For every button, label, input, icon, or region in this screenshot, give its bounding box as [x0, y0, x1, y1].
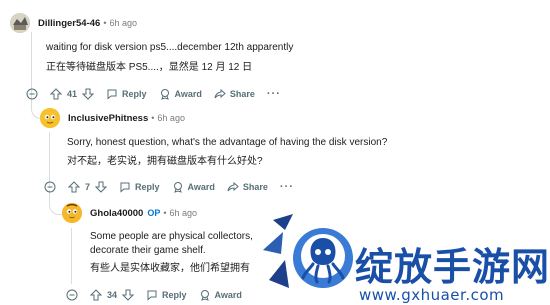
collapse-thread-button[interactable] — [44, 181, 60, 193]
reply-icon — [147, 290, 157, 301]
upvote-icon[interactable] — [68, 181, 80, 193]
award-label: Award — [214, 290, 242, 300]
username[interactable]: InclusivePhitness — [68, 113, 148, 124]
award-button[interactable]: Award — [172, 181, 215, 193]
comment-body-line: decorate their game shelf. — [90, 245, 206, 256]
upvote-icon[interactable] — [90, 289, 102, 301]
award-icon — [160, 89, 169, 100]
comment-thread: Dillinger54-46 • 6h ago waiting for disk… — [0, 0, 550, 305]
vote-group: 34 — [90, 289, 135, 301]
downvote-icon[interactable] — [95, 181, 108, 193]
username[interactable]: Ghola40000 — [90, 208, 143, 219]
downvote-icon[interactable] — [82, 88, 95, 100]
comment-body-line: 对不起，老实说，拥有磁盘版本有什么好处? — [67, 156, 263, 167]
avatar[interactable] — [40, 108, 60, 128]
vote-count: 34 — [107, 290, 118, 300]
site-watermark: 绽放手游网 www.gxhuaer.com — [255, 210, 550, 305]
watermark-url: www.gxhuaer.com — [359, 286, 505, 304]
reply-button[interactable]: Reply — [119, 181, 160, 193]
downvote-icon[interactable] — [122, 289, 135, 301]
award-button[interactable]: Award — [159, 88, 202, 100]
avatar[interactable] — [62, 203, 82, 223]
comment-body-line: Some people are physical collectors, — [90, 231, 253, 242]
separator-dot: • — [151, 113, 155, 123]
thread-line[interactable] — [71, 228, 72, 284]
username[interactable]: Dillinger54-46 — [38, 18, 100, 29]
comment-actions: 41 Reply Award Share ··· — [26, 85, 291, 103]
award-label: Award — [174, 89, 202, 99]
comment-body-line: Sorry, honest question, what's the advan… — [67, 137, 388, 148]
share-icon — [214, 88, 226, 99]
share-label: Share — [229, 89, 255, 99]
comment-body-line: waiting for disk version ps5....december… — [46, 42, 294, 53]
comment-header: InclusivePhitness • 6h ago — [40, 108, 185, 128]
collapse-icon — [44, 181, 56, 193]
timestamp[interactable]: 6h ago — [170, 208, 198, 218]
separator-dot: • — [163, 208, 167, 218]
collapse-thread-button[interactable] — [26, 88, 42, 100]
award-icon — [173, 182, 182, 193]
comment-body-line: 有些人是实体收藏家，他们希望拥有 — [90, 263, 250, 274]
award-label: Award — [187, 182, 215, 192]
reply-label: Reply — [135, 182, 160, 192]
collapse-thread-button[interactable] — [66, 289, 82, 301]
upvote-icon[interactable] — [50, 88, 62, 100]
award-button[interactable]: Award — [199, 289, 242, 301]
more-options-button[interactable]: ··· — [267, 88, 281, 100]
avatar[interactable] — [10, 13, 30, 33]
reply-icon — [107, 89, 117, 100]
comment-header: Ghola40000 OP • 6h ago — [62, 203, 197, 223]
share-button[interactable]: Share — [227, 181, 268, 193]
comment-header: Dillinger54-46 • 6h ago — [10, 13, 137, 33]
reply-button[interactable]: Reply — [106, 88, 147, 100]
share-label: Share — [242, 182, 268, 192]
vote-group: 41 — [50, 88, 95, 100]
collapse-icon — [66, 289, 78, 301]
timestamp[interactable]: 6h ago — [109, 18, 137, 28]
octopus-logo-icon — [255, 210, 355, 305]
reply-label: Reply — [122, 89, 147, 99]
op-badge: OP — [147, 208, 161, 218]
reply-label: Reply — [162, 290, 187, 300]
comment-actions: 7 Reply Award Share ··· — [44, 178, 304, 196]
vote-count: 7 — [85, 182, 91, 192]
share-button[interactable]: Share — [214, 88, 255, 100]
more-options-button[interactable]: ··· — [280, 181, 294, 193]
separator-dot: • — [103, 18, 107, 28]
vote-count: 41 — [67, 89, 78, 99]
reply-icon — [120, 182, 130, 193]
vote-group: 7 — [68, 181, 108, 193]
collapse-icon — [26, 88, 38, 100]
comment-actions: 34 Reply Award — [66, 286, 254, 304]
watermark-title: 绽放手游网 — [355, 245, 550, 289]
reply-button[interactable]: Reply — [146, 289, 187, 301]
share-icon — [227, 181, 239, 192]
timestamp[interactable]: 6h ago — [157, 113, 185, 123]
award-icon — [200, 290, 209, 301]
comment-body-line: 正在等待磁盘版本 PS5....，显然是 12 月 12 日 — [46, 62, 253, 73]
